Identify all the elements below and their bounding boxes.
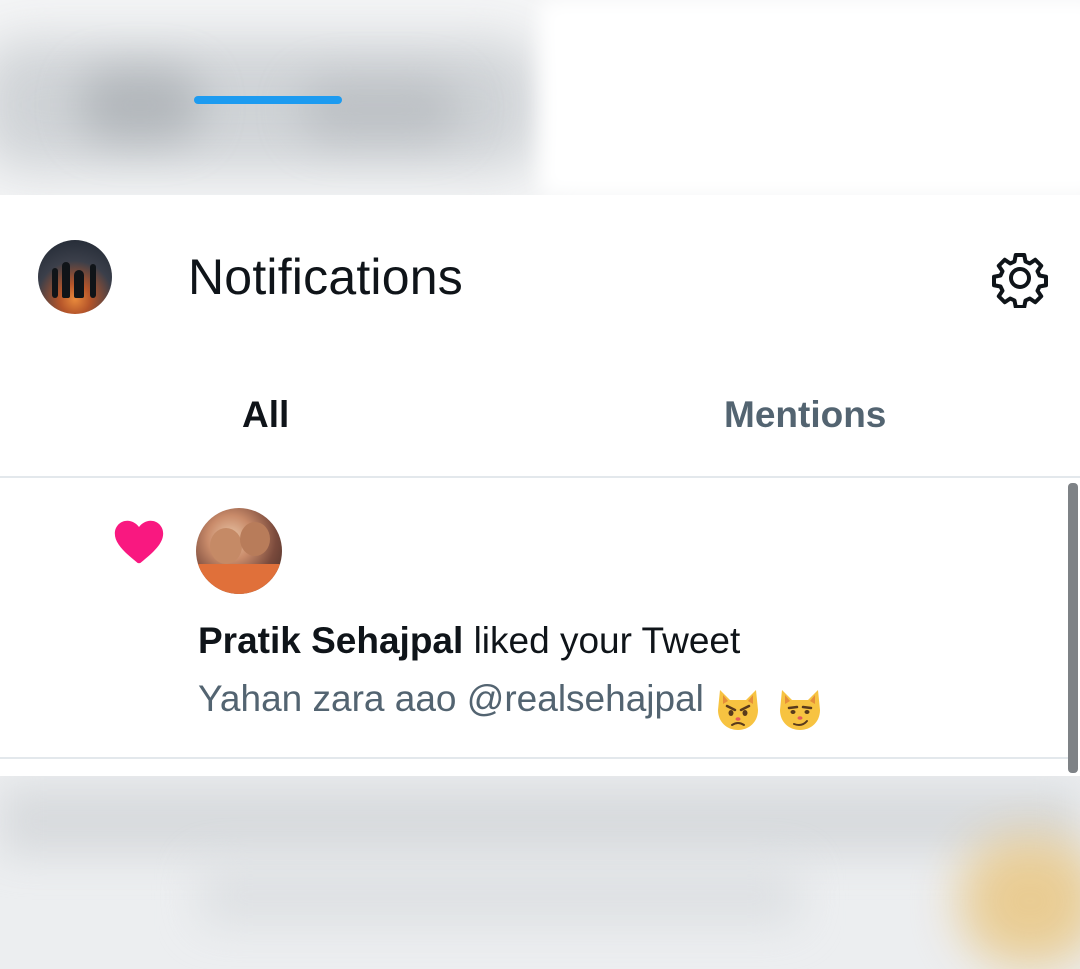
user-name[interactable]: Pratik Sehajpal: [198, 620, 463, 661]
notification-divider: [0, 757, 1068, 759]
page-title: Notifications: [188, 249, 463, 305]
liker-avatar[interactable]: [196, 508, 282, 594]
profile-avatar[interactable]: [38, 240, 112, 314]
scrollbar[interactable]: [1068, 483, 1078, 773]
tweet-text: Yahan zara aao @realsehajpal: [198, 678, 704, 719]
smirking-cat-emoji: [776, 686, 824, 732]
blurred-top-region: [0, 0, 1080, 195]
notification-text: Pratik Sehajpal liked your Tweet: [198, 620, 740, 662]
active-tab-indicator: [194, 96, 342, 104]
tweet-preview: Yahan zara aao @realsehajpal: [198, 678, 828, 732]
settings-button[interactable]: [990, 248, 1050, 309]
blurred-bottom-region: [0, 776, 1080, 969]
tab-all-label: All: [242, 394, 290, 435]
notification-tabs: All Mentions: [0, 370, 1080, 478]
gear-icon: [992, 253, 1048, 309]
notification-action: liked your Tweet: [473, 620, 741, 661]
pouting-cat-emoji: [714, 686, 762, 732]
tab-mentions[interactable]: Mentions: [540, 370, 1080, 478]
tab-all[interactable]: All: [0, 370, 540, 478]
tab-mentions-label: Mentions: [724, 394, 887, 435]
heart-icon: [110, 512, 168, 570]
notifications-header: [0, 195, 1080, 355]
